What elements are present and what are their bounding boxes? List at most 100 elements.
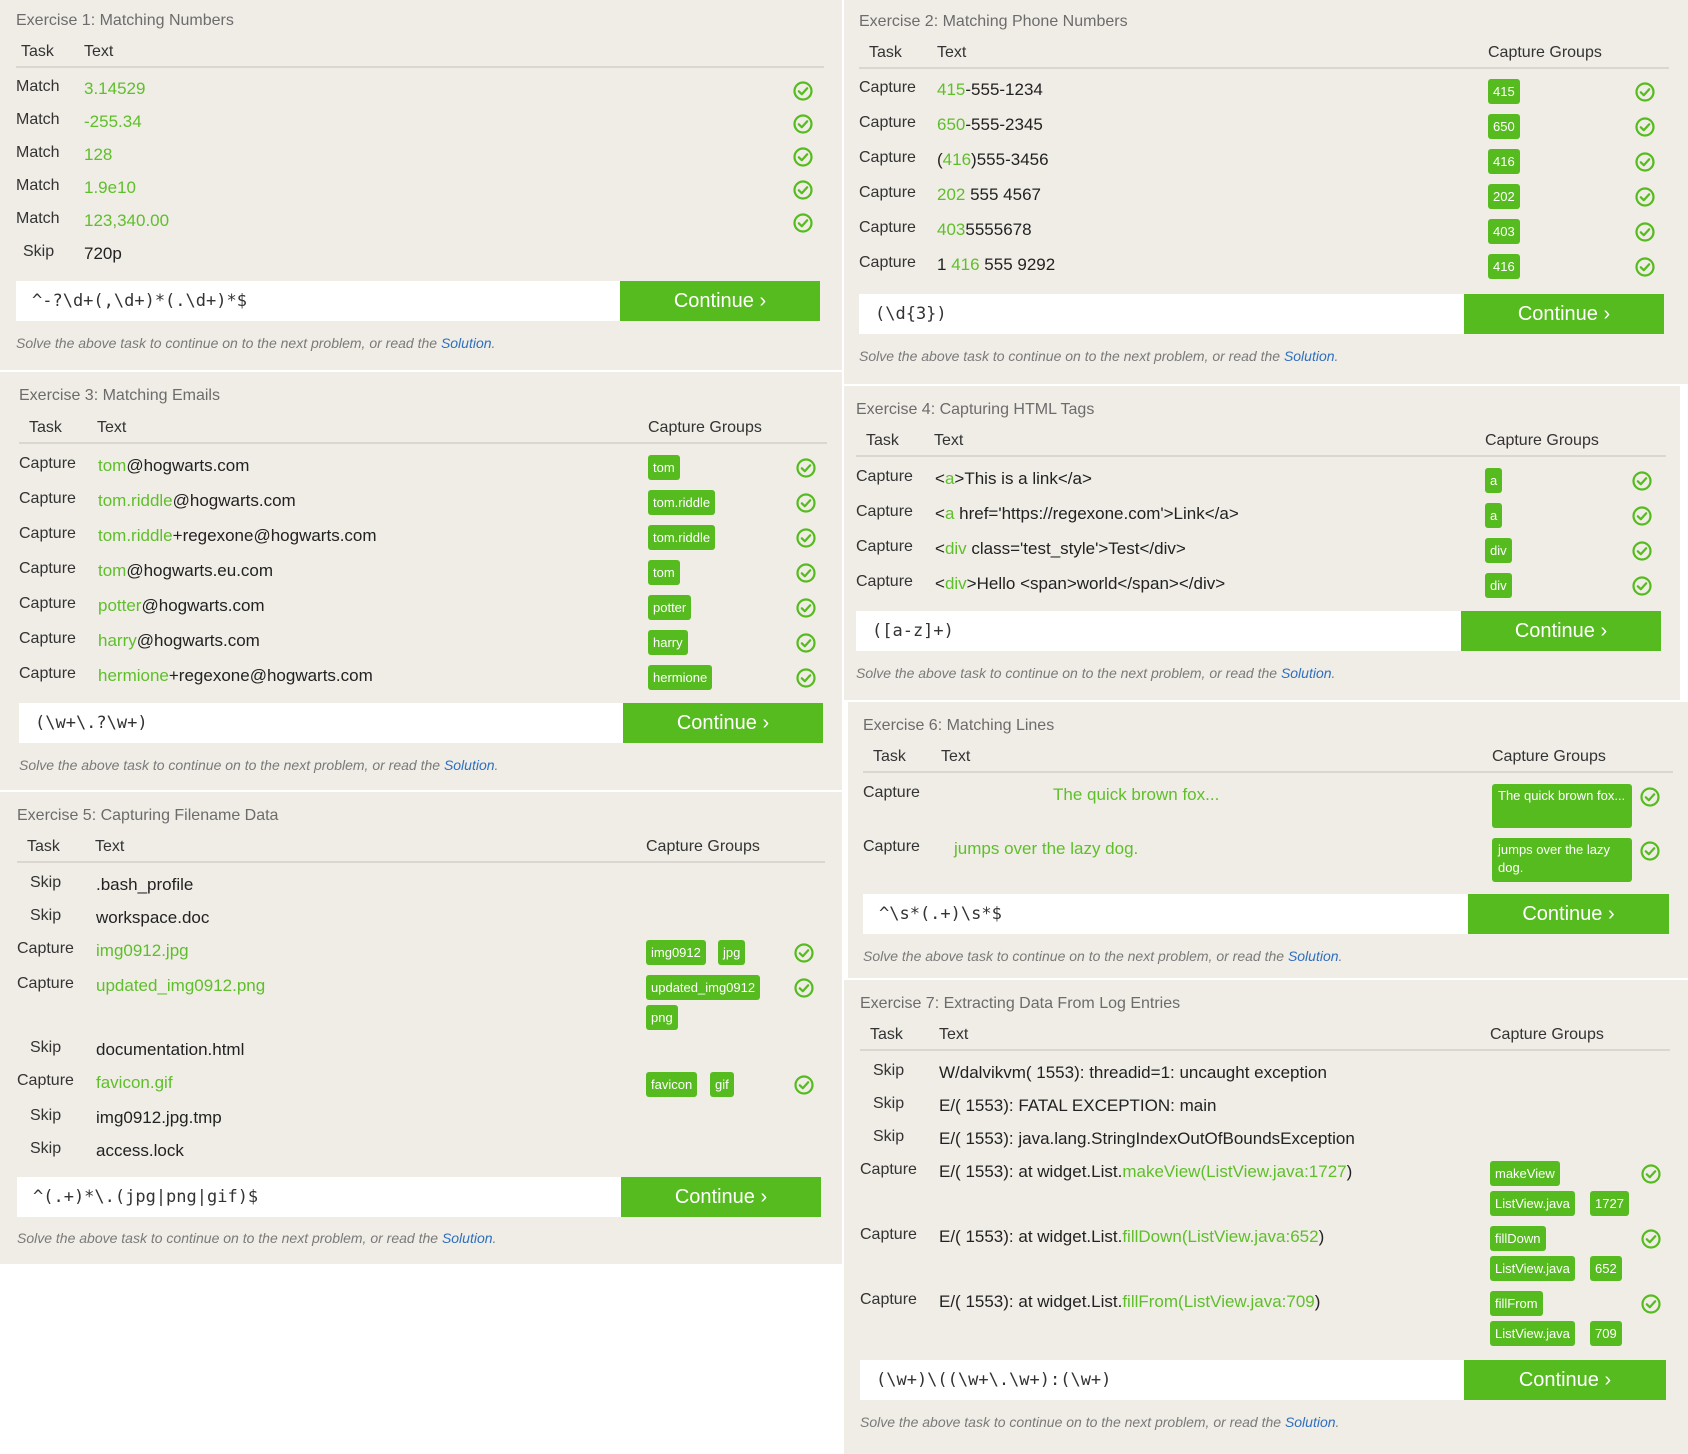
check-circle-icon bbox=[1640, 787, 1660, 807]
text-match: tom bbox=[98, 456, 127, 475]
header-divider bbox=[859, 67, 1669, 69]
task-label: Skip bbox=[30, 1039, 62, 1056]
check-circle-icon bbox=[1635, 187, 1655, 207]
exercise-title: Exercise 7: Extracting Data From Log Ent… bbox=[860, 995, 1181, 1012]
row-text: tom.riddle+regexone@hogwarts.com bbox=[98, 526, 377, 546]
text-match: tom bbox=[98, 561, 127, 580]
row-text: -255.34 bbox=[84, 112, 142, 131]
col-task-header: Task bbox=[21, 43, 54, 60]
text-post: )555-3456 bbox=[971, 150, 1049, 169]
text-match: harry bbox=[98, 631, 137, 650]
solution-link[interactable]: Solution bbox=[444, 757, 495, 773]
check-circle-icon bbox=[796, 528, 816, 548]
regex-input[interactable]: ([a-z]+) bbox=[856, 611, 1461, 651]
row-text: E/( 1553): at widget.List.fillFrom(ListV… bbox=[939, 1292, 1320, 1312]
check-circle-icon bbox=[1635, 117, 1655, 137]
solution-link[interactable]: Solution bbox=[1285, 1414, 1336, 1430]
row-text: E/( 1553): java.lang.StringIndexOutOfBou… bbox=[939, 1129, 1355, 1148]
continue-button[interactable]: Continue › bbox=[1461, 611, 1661, 651]
task-label: Skip bbox=[23, 243, 55, 260]
solution-link[interactable]: Solution bbox=[1284, 348, 1335, 364]
hint-prefix: Solve the above task to continue on to t… bbox=[860, 1414, 1285, 1430]
continue-button[interactable]: Continue › bbox=[621, 1177, 821, 1217]
check-circle-icon bbox=[796, 493, 816, 513]
regex-input[interactable]: ^(.+)*\.(jpg|png|gif)$ bbox=[17, 1177, 621, 1217]
capture-group-chip: The quick brown fox... bbox=[1492, 784, 1632, 828]
hint-prefix: Solve the above task to continue on to t… bbox=[863, 948, 1288, 964]
text-match: a bbox=[944, 504, 955, 523]
col-task-header: Task bbox=[873, 748, 906, 765]
text-pre: < bbox=[935, 504, 945, 523]
capture-group-chip: 416 bbox=[1488, 254, 1520, 279]
check-circle-icon bbox=[794, 978, 814, 998]
task-label: Match bbox=[16, 111, 60, 128]
task-label: Capture bbox=[19, 490, 76, 507]
continue-button[interactable]: Continue › bbox=[1468, 894, 1669, 934]
header-divider bbox=[856, 455, 1666, 457]
continue-button[interactable]: Continue › bbox=[623, 703, 823, 743]
hint-text: Solve the above task to continue on to t… bbox=[16, 335, 495, 351]
row-text: 128 bbox=[84, 145, 113, 164]
col-text-header: Text bbox=[97, 419, 127, 436]
continue-button[interactable]: Continue › bbox=[1464, 294, 1664, 334]
hint-prefix: Solve the above task to continue on to t… bbox=[16, 335, 441, 351]
capture-group-chip: ListView.java bbox=[1490, 1256, 1575, 1281]
row-text: 415-555-1234 bbox=[937, 80, 1043, 100]
row-text: W/dalvikvm( 1553): threadid=1: uncaught … bbox=[939, 1063, 1327, 1082]
task-label: Capture bbox=[17, 940, 74, 957]
hint-suffix: . bbox=[1338, 948, 1343, 964]
capture-group-chip: a bbox=[1485, 503, 1503, 528]
task-label: Capture bbox=[856, 573, 913, 590]
text-match: hermione bbox=[98, 666, 169, 685]
row-text: <div>Hello <span>world</span></div> bbox=[935, 574, 1225, 594]
text-post: >Hello <span>world</span></div> bbox=[966, 574, 1226, 593]
text-match: 415 bbox=[937, 80, 966, 99]
task-label: Capture bbox=[860, 1226, 917, 1243]
hint-suffix: . bbox=[1335, 1414, 1340, 1430]
continue-button[interactable]: Continue › bbox=[1464, 1360, 1666, 1400]
regex-input[interactable]: (\d{3}) bbox=[859, 294, 1464, 334]
hint-text: Solve the above task to continue on to t… bbox=[19, 757, 498, 773]
task-label: Skip bbox=[873, 1062, 905, 1079]
task-label: Capture bbox=[859, 184, 916, 201]
hint-prefix: Solve the above task to continue on to t… bbox=[19, 757, 444, 773]
text-pre: E/( 1553): at widget.List. bbox=[939, 1292, 1123, 1311]
col-text-header: Text bbox=[95, 838, 125, 855]
row-text: tom@hogwarts.eu.com bbox=[98, 561, 273, 581]
header-divider bbox=[17, 861, 825, 863]
text-pre: E/( 1553): at widget.List. bbox=[939, 1227, 1123, 1246]
continue-button[interactable]: Continue › bbox=[620, 281, 820, 321]
solution-link[interactable]: Solution bbox=[1288, 948, 1339, 964]
task-label: Match bbox=[16, 177, 60, 194]
text-match: a bbox=[944, 469, 955, 488]
task-label: Capture bbox=[859, 114, 916, 131]
task-label: Capture bbox=[17, 975, 74, 992]
capture-group-chip: jumps over the lazy dog. bbox=[1492, 838, 1632, 882]
regex-input[interactable]: ^-?\d+(,\d+)*(.\d+)*$ bbox=[16, 281, 620, 321]
text-post: +regexone@hogwarts.com bbox=[172, 526, 377, 545]
regex-input[interactable]: ^\s*(.+)\s*$ bbox=[863, 894, 1468, 934]
col-task-header: Task bbox=[869, 44, 902, 61]
text-match: 650 bbox=[937, 115, 966, 134]
task-label: Capture bbox=[856, 468, 913, 485]
task-label: Capture bbox=[19, 665, 76, 682]
task-label: Skip bbox=[873, 1095, 905, 1112]
solution-link[interactable]: Solution bbox=[442, 1230, 493, 1246]
regex-input[interactable]: (\w+)\((\w+\.\w+):(\w+) bbox=[860, 1360, 1464, 1400]
exercise-title: Exercise 2: Matching Phone Numbers bbox=[859, 13, 1128, 30]
capture-group-chip: tom bbox=[648, 560, 680, 585]
hint-text: Solve the above task to continue on to t… bbox=[863, 948, 1342, 964]
solution-link[interactable]: Solution bbox=[1281, 665, 1332, 681]
hint-text: Solve the above task to continue on to t… bbox=[856, 665, 1335, 681]
text-post: @hogwarts.com bbox=[141, 596, 265, 615]
regex-input[interactable]: (\w+\.?\w+) bbox=[19, 703, 623, 743]
solution-link[interactable]: Solution bbox=[441, 335, 492, 351]
exercise-4-panel: Exercise 4: Capturing HTML Tags Task Tex… bbox=[844, 386, 1680, 700]
text-pre: < bbox=[935, 574, 945, 593]
text-pre: < bbox=[935, 539, 945, 558]
col-task-header: Task bbox=[866, 432, 899, 449]
text-match: tom.riddle bbox=[98, 526, 173, 545]
row-text: access.lock bbox=[96, 1141, 184, 1160]
row-text: 3.14529 bbox=[84, 79, 146, 98]
header-divider bbox=[16, 66, 824, 68]
